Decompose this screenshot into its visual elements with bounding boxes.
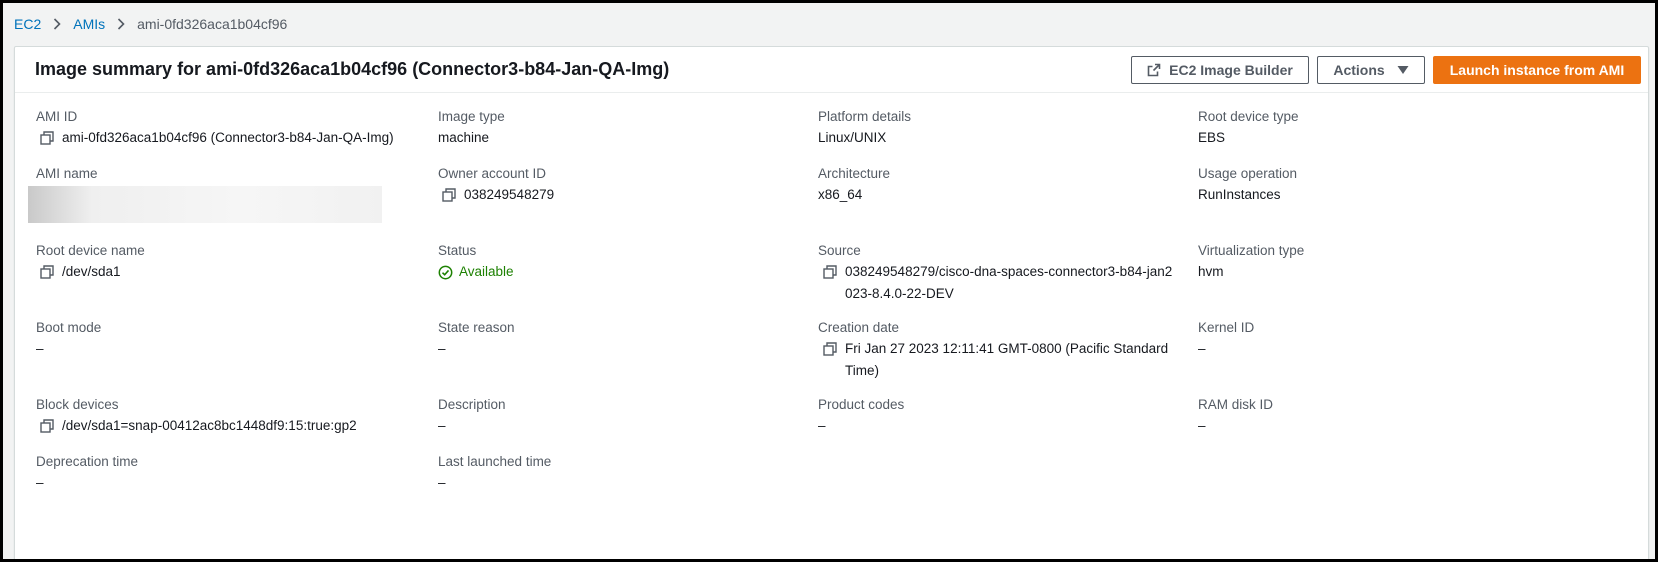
chevron-right-icon (53, 18, 61, 30)
detail-label: Owner account ID (438, 166, 547, 181)
detail-label: AMI name (36, 166, 98, 181)
detail-product-codes: Product codes – (818, 395, 1198, 452)
detail-source: Source 038249548279/cisco-dna-spaces-con… (818, 241, 1198, 318)
detail-value: EBS (1198, 130, 1226, 145)
chevron-right-icon (117, 18, 125, 30)
detail-ram-disk-id: RAM disk ID – (1198, 395, 1578, 452)
detail-status: Status Available (438, 241, 818, 318)
detail-image-type: Image type machine (438, 107, 818, 164)
caret-down-icon (1397, 65, 1409, 74)
detail-label: Last launched time (438, 454, 552, 469)
detail-value: /dev/sda1=snap-00412ac8bc1448df9:15:true… (62, 418, 357, 433)
detail-last-launched-time: Last launched time – (438, 452, 818, 509)
detail-value: 038249548279/cisco-dna-spaces-connector3… (845, 264, 1173, 301)
detail-description: Description – (438, 395, 818, 452)
detail-label: Root device name (36, 243, 145, 258)
detail-value: machine (438, 130, 490, 145)
copy-icon[interactable] (40, 265, 54, 279)
detail-label: Root device type (1198, 109, 1299, 124)
detail-label: Description (438, 397, 506, 412)
copy-icon[interactable] (40, 131, 54, 145)
ec2-image-builder-button[interactable]: EC2 Image Builder (1131, 55, 1309, 84)
detail-value: – (438, 418, 446, 433)
panel-header: Image summary for ami-0fd326aca1b04cf96 … (15, 47, 1648, 93)
detail-value: – (36, 475, 44, 490)
breadcrumb: EC2 AMIs ami-0fd326aca1b04cf96 (14, 13, 287, 35)
detail-usage-operation: Usage operation RunInstances (1198, 164, 1578, 241)
detail-architecture: Architecture x86_64 (818, 164, 1198, 241)
detail-platform-details: Platform details Linux/UNIX (818, 107, 1198, 164)
detail-deprecation-time: Deprecation time – (36, 452, 438, 509)
actions-label: Actions (1333, 61, 1385, 78)
detail-label: Boot mode (36, 320, 102, 335)
copy-icon[interactable] (442, 188, 456, 202)
detail-label: Block devices (36, 397, 119, 412)
detail-value: RunInstances (1198, 187, 1281, 202)
detail-label: Status (438, 243, 477, 258)
detail-value: Linux/UNIX (818, 130, 887, 145)
app-frame: EC2 AMIs ami-0fd326aca1b04cf96 Image sum… (3, 3, 1655, 559)
detail-block-devices: Block devices /dev/sda1=snap-00412ac8bc1… (36, 395, 438, 452)
external-link-icon (1147, 63, 1161, 76)
copy-icon[interactable] (40, 419, 54, 433)
detail-value: hvm (1198, 264, 1224, 279)
breadcrumb-ec2-link[interactable]: EC2 (14, 16, 41, 32)
detail-label: Product codes (818, 397, 905, 412)
launch-instance-button[interactable]: Launch instance from AMI (1433, 55, 1641, 84)
detail-label: Creation date (818, 320, 900, 335)
breadcrumb-current: ami-0fd326aca1b04cf96 (137, 16, 288, 32)
detail-label: Deprecation time (36, 454, 139, 469)
detail-label: State reason (438, 320, 515, 335)
detail-value: 038249548279 (464, 187, 555, 202)
detail-root-device-name: Root device name /dev/sda1 (36, 241, 438, 318)
detail-label: Usage operation (1198, 166, 1298, 181)
detail-creation-date: Creation date Fri Jan 27 2023 12:11:41 G… (818, 318, 1198, 395)
detail-value: ami-0fd326aca1b04cf96 (Connector3-b84-Ja… (62, 130, 394, 145)
detail-boot-mode: Boot mode – (36, 318, 438, 395)
image-summary-panel: Image summary for ami-0fd326aca1b04cf96 … (14, 46, 1649, 559)
detail-value: – (438, 475, 446, 490)
detail-value: /dev/sda1 (62, 264, 121, 279)
page-title: Image summary for ami-0fd326aca1b04cf96 … (35, 59, 670, 79)
detail-kernel-id: Kernel ID – (1198, 318, 1578, 395)
detail-virtualization-type: Virtualization type hvm (1198, 241, 1578, 318)
detail-ami-name: AMI name (28, 164, 438, 241)
actions-dropdown-button[interactable]: Actions (1317, 55, 1425, 84)
detail-value: – (818, 418, 826, 433)
detail-label: Source (818, 243, 861, 258)
detail-label: Virtualization type (1198, 243, 1305, 258)
check-circle-icon (438, 265, 453, 279)
detail-ami-id: AMI ID ami-0fd326aca1b04cf96 (Connector3… (36, 107, 438, 164)
copy-icon[interactable] (823, 265, 837, 279)
detail-value: x86_64 (818, 187, 863, 202)
detail-value: Fri Jan 27 2023 12:11:41 GMT-0800 (Pacif… (845, 341, 1169, 378)
detail-label: RAM disk ID (1198, 397, 1274, 412)
detail-state-reason: State reason – (438, 318, 818, 395)
detail-label: Kernel ID (1198, 320, 1255, 335)
detail-value: – (1198, 341, 1206, 356)
detail-label: Image type (438, 109, 505, 124)
ec2-image-builder-label: EC2 Image Builder (1169, 61, 1293, 78)
copy-icon[interactable] (823, 342, 837, 356)
status-badge: Available (438, 261, 818, 283)
detail-value: – (36, 341, 44, 356)
detail-root-device-type: Root device type EBS (1198, 107, 1578, 164)
detail-value: – (1198, 418, 1206, 433)
details-grid: AMI ID ami-0fd326aca1b04cf96 (Connector3… (28, 107, 1636, 509)
detail-label: Architecture (818, 166, 891, 181)
breadcrumb-amis-link[interactable]: AMIs (73, 16, 105, 32)
status-text: Available (459, 264, 514, 279)
redacted-value (28, 186, 382, 223)
detail-owner-account-id: Owner account ID 038249548279 (438, 164, 818, 241)
detail-label: AMI ID (36, 109, 78, 124)
detail-value: – (438, 341, 446, 356)
detail-label: Platform details (818, 109, 912, 124)
